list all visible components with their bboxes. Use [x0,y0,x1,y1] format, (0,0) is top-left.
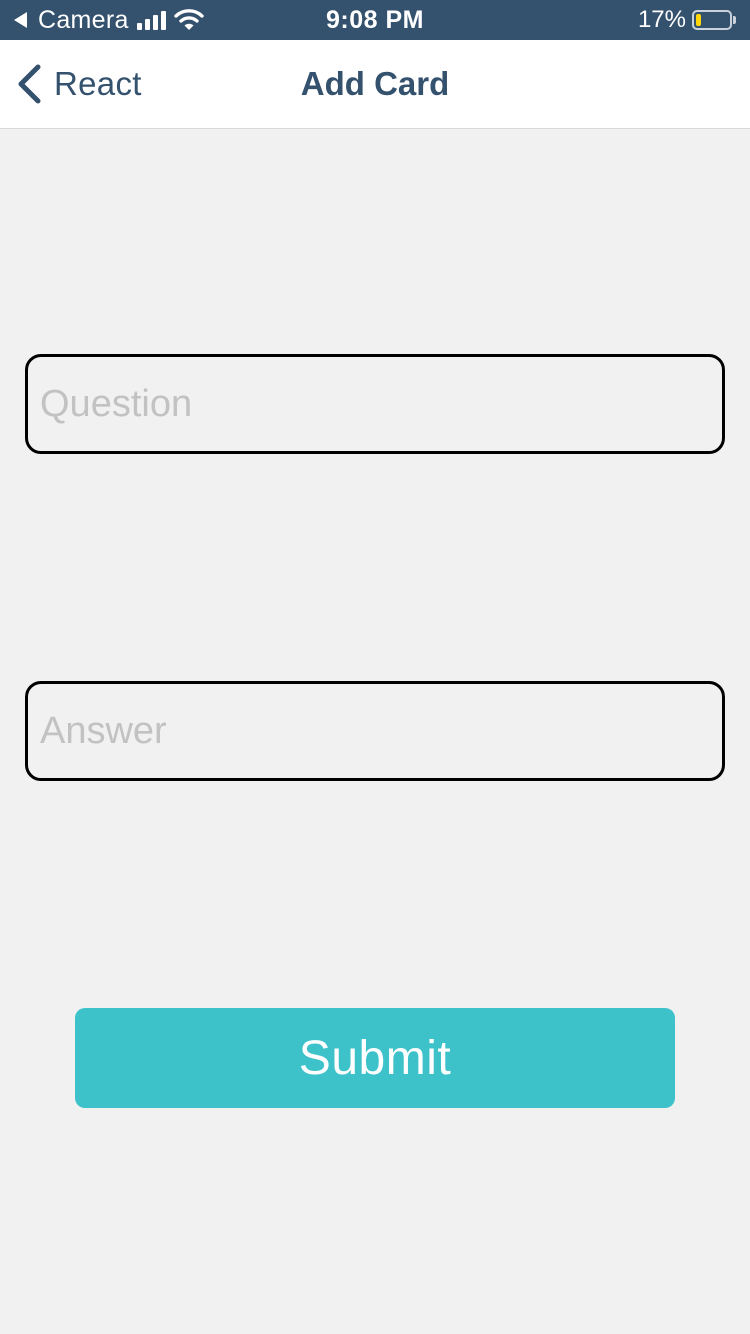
answer-input[interactable] [25,681,725,781]
back-button-label: React [54,65,142,102]
battery-tip [733,16,736,24]
battery-icon [692,10,732,30]
chevron-left-icon [18,64,41,104]
battery-level-fill [696,14,701,26]
back-button[interactable]: React [14,40,142,128]
question-input[interactable] [25,354,725,454]
submit-button[interactable]: Submit [75,1008,675,1108]
status-bar-right: 17% [638,0,736,40]
battery-percent: 17% [637,6,686,33]
status-bar: Camera 9:08 PM 17% [0,0,750,40]
navigation-bar: React Add Card [0,40,750,129]
